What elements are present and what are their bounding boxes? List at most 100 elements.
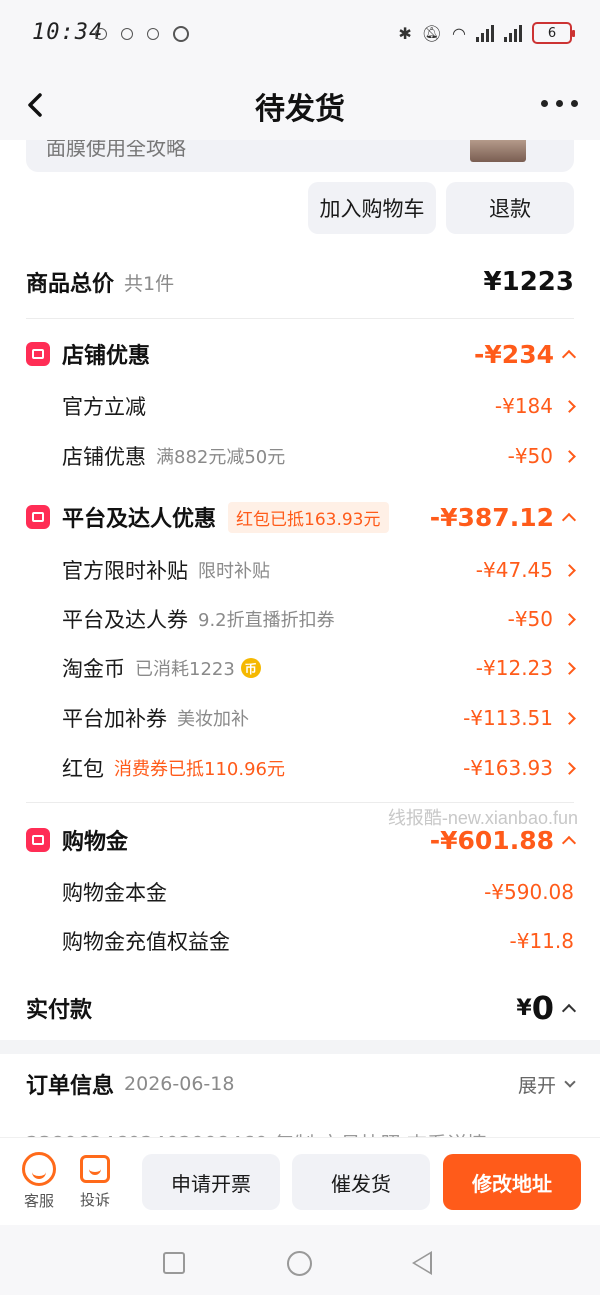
chevron-down-icon xyxy=(564,1076,576,1088)
modify-address-button[interactable]: 修改地址 xyxy=(443,1154,581,1210)
status-bar: 10:34 ✱ 🔕︎ ◠ 6 xyxy=(0,0,600,70)
order-number-text: 2380624602402908460 复制 交易快照 查看详情 xyxy=(26,1128,574,1137)
shopping-gold-title: 购物金 xyxy=(62,830,129,855)
item-amount: -¥163.93 xyxy=(463,756,576,780)
signal-icon xyxy=(504,24,522,42)
section-gap xyxy=(0,1040,600,1054)
item-label: 平台及达人券 xyxy=(62,608,188,632)
back-nav-icon[interactable] xyxy=(412,1251,432,1275)
add-to-cart-button[interactable]: 加入购物车 xyxy=(308,182,436,234)
paid-amount: ¥ 0 xyxy=(516,989,577,1027)
coin-icon: 币 xyxy=(240,658,261,678)
chevron-right-icon xyxy=(563,449,576,463)
mute-icon: 🔕︎ xyxy=(421,23,443,43)
order-number-partial: 2380624602402908460 复制 交易快照 查看详情 xyxy=(26,1126,574,1137)
product-card[interactable]: 面膜使用全攻略 xyxy=(26,140,574,172)
notification-icon xyxy=(147,28,159,40)
total-label: 商品总价 xyxy=(26,272,115,297)
paid-currency: ¥ xyxy=(516,995,532,1021)
chevron-right-icon xyxy=(563,399,576,413)
chevron-right-icon xyxy=(563,661,576,675)
wifi-icon: ◠ xyxy=(452,23,466,43)
item-label: 购物金充值权益金 xyxy=(62,930,230,954)
platform-discount-title: 平台及达人优惠 xyxy=(62,507,217,532)
item-label: 平台加补券 xyxy=(62,707,167,731)
recents-icon[interactable] xyxy=(163,1252,185,1274)
service-label: 客服 xyxy=(23,1192,54,1210)
battery-icon: 6 xyxy=(532,22,575,44)
item-amount: -¥50 xyxy=(508,444,576,468)
page-title: 待发货 xyxy=(255,92,345,127)
shop-icon xyxy=(26,342,50,366)
divider xyxy=(26,318,574,319)
order-info-row: 订单信息 2026-06-18 展开 xyxy=(26,1066,576,1102)
item-amount: -¥50 xyxy=(508,607,576,631)
status-time: 10:34 xyxy=(32,20,104,45)
complain-label: 投诉 xyxy=(80,1191,111,1209)
list-item[interactable]: 店铺优惠 满882元减50元 -¥50 xyxy=(26,440,576,472)
divider xyxy=(26,802,574,803)
refund-button[interactable]: 退款 xyxy=(446,182,574,234)
total-row: 商品总价 共1件 ¥1223 xyxy=(26,262,574,302)
chevron-right-icon xyxy=(563,761,576,775)
item-sub: 限时补贴 xyxy=(198,561,270,582)
shopping-gold-amount: -¥601.88 xyxy=(430,826,577,855)
item-amount: -¥590.08 xyxy=(484,880,574,904)
complain-icon xyxy=(80,1155,110,1183)
item-label: 购物金本金 xyxy=(62,881,167,905)
list-item: 购物金充值权益金 -¥11.8 xyxy=(26,925,574,957)
shop-discount-header[interactable]: 店铺优惠 -¥234 xyxy=(26,336,577,372)
service-icon xyxy=(22,1152,56,1186)
item-amount: -¥184 xyxy=(495,394,576,418)
invoice-button[interactable]: 申请开票 xyxy=(142,1154,280,1210)
expand-button[interactable]: 展开 xyxy=(518,1071,576,1098)
product-thumbnail xyxy=(470,140,526,162)
shopping-gold-header[interactable]: 购物金 -¥601.88 xyxy=(26,822,577,858)
chevron-up-icon xyxy=(561,1003,577,1019)
paid-value: 0 xyxy=(531,989,554,1027)
item-label: 红包 xyxy=(62,757,104,781)
home-icon[interactable] xyxy=(287,1251,312,1276)
chevron-right-icon xyxy=(563,563,576,577)
paid-row[interactable]: 实付款 ¥ 0 xyxy=(26,988,577,1028)
list-item[interactable]: 淘金币 已消耗1223 币 -¥12.23 xyxy=(26,652,576,684)
notification-icon xyxy=(121,28,133,40)
list-item[interactable]: 平台加补券 美妆加补 -¥113.51 xyxy=(26,702,576,734)
list-item[interactable]: 官方限时补贴 限时补贴 -¥47.45 xyxy=(26,554,576,586)
bottom-action-bar: 客服 投诉 申请开票 催发货 修改地址 xyxy=(0,1137,600,1225)
chevron-up-icon xyxy=(561,512,577,528)
platform-discount-header[interactable]: 平台及达人优惠 红包已抵163.93元 -¥387.12 xyxy=(26,499,577,535)
paid-label: 实付款 xyxy=(26,998,93,1023)
shop-discount-title: 店铺优惠 xyxy=(62,344,151,369)
bluetooth-icon: ✱ xyxy=(398,23,412,43)
customer-service-button[interactable]: 客服 xyxy=(22,1152,56,1211)
urge-shipping-button[interactable]: 催发货 xyxy=(292,1154,430,1210)
item-amount: -¥12.23 xyxy=(476,656,576,680)
chevron-up-icon xyxy=(561,835,577,851)
chevron-up-icon xyxy=(561,349,577,365)
item-sub: 已消耗1223 xyxy=(135,659,235,680)
item-amount: -¥47.45 xyxy=(476,558,576,582)
order-info-label: 订单信息 xyxy=(26,1074,115,1099)
list-item[interactable]: 红包 消费券已抵110.96元 -¥163.93 xyxy=(26,752,576,784)
alarm-icon xyxy=(173,26,189,42)
red-packet-tag: 红包已抵163.93元 xyxy=(228,501,389,533)
system-nav-bar xyxy=(0,1225,600,1295)
page-header: 待发货 xyxy=(0,70,600,140)
item-amount: -¥113.51 xyxy=(463,706,576,730)
list-item[interactable]: 官方立减 -¥184 xyxy=(26,390,576,422)
item-sub: 消费券已抵110.96元 xyxy=(114,759,285,780)
item-sub: 美妆加补 xyxy=(177,709,249,730)
product-note: 面膜使用全攻略 xyxy=(46,140,186,160)
item-label: 官方立减 xyxy=(62,395,146,419)
item-label: 官方限时补贴 xyxy=(62,559,188,583)
item-sub: 满882元减50元 xyxy=(156,447,286,468)
chevron-right-icon xyxy=(563,612,576,626)
item-sub: 9.2折直播折扣券 xyxy=(198,610,335,631)
more-icon[interactable] xyxy=(541,100,578,107)
list-item[interactable]: 平台及达人券 9.2折直播折扣券 -¥50 xyxy=(26,603,576,635)
notification-icons xyxy=(95,26,189,42)
complain-button[interactable]: 投诉 xyxy=(80,1152,110,1210)
item-label: 淘金币 xyxy=(62,657,125,681)
notification-icon xyxy=(95,28,107,40)
